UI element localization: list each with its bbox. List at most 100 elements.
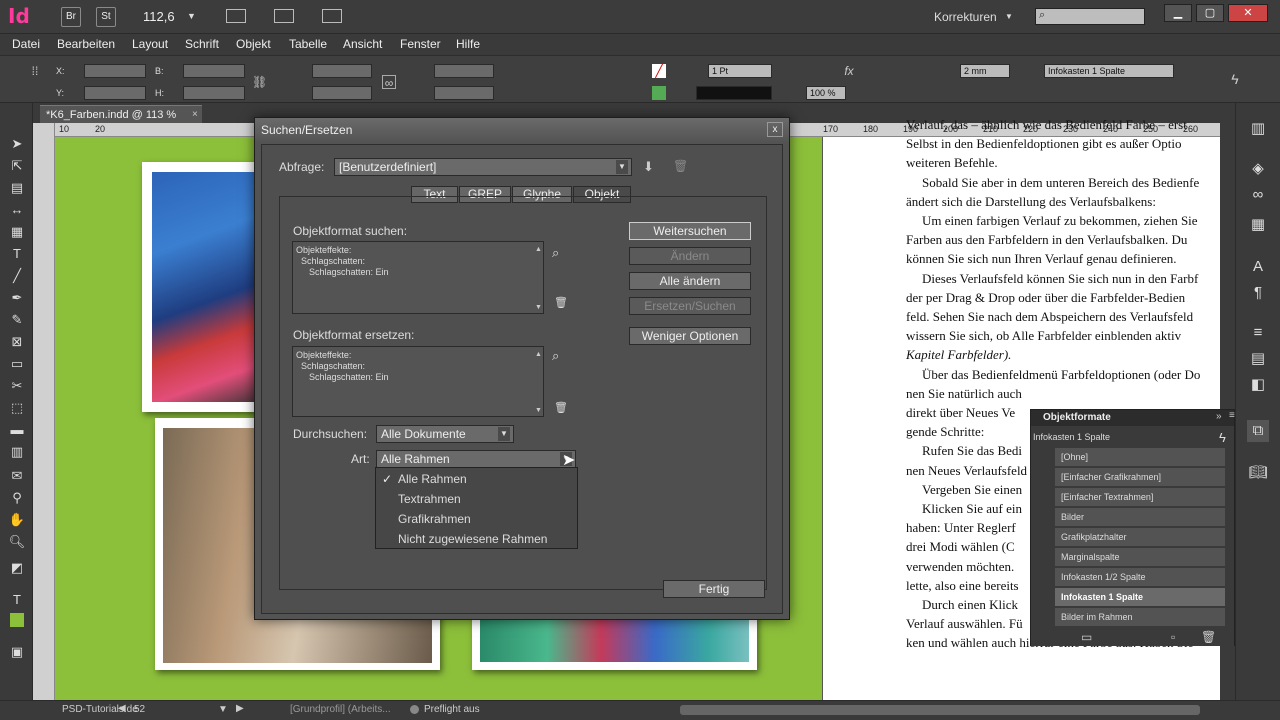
table-panel-icon[interactable]: ▦ [1247,214,1269,236]
object-style-item[interactable]: Bilder im Rahmen [1055,608,1225,627]
type-tool-icon[interactable]: T [8,245,26,263]
width-field[interactable] [183,64,245,78]
corner-size-field[interactable]: 2 mm [960,64,1010,78]
constrain-proportions-icon[interactable]: ⛓ [252,75,267,89]
view-options-icon[interactable] [226,9,246,23]
note-tool-icon[interactable]: ✉ [8,467,26,485]
minimize-button[interactable]: ▁ [1164,4,1192,22]
next-page-icon[interactable]: ▶ [236,703,244,714]
menu-bearbeiten[interactable]: Bearbeiten [57,37,115,51]
menu-ansicht[interactable]: Ansicht [343,37,382,51]
type-option-graphic-frames[interactable]: Grafikrahmen [376,509,577,529]
character-styles-icon[interactable]: A [1247,256,1269,278]
stroke-weight-field[interactable]: 1 Pt [708,64,772,78]
pen-tool-icon[interactable]: ✒ [8,289,26,307]
layers-panel-icon[interactable]: ◈ [1247,158,1269,180]
pages-panel-icon[interactable]: ▥ [1247,118,1269,140]
workspace-switcher[interactable]: Korrekturen [934,10,997,24]
prev-page-icon[interactable]: ◀ [118,703,126,714]
find-format-box[interactable]: Objekteffekte: Schlagschatten: Schlagsch… [292,241,544,314]
object-style-item[interactable]: Marginalspalte [1055,548,1225,567]
delete-query-icon[interactable]: 🗑︎ [673,159,688,173]
menu-layout[interactable]: Layout [132,37,168,51]
type-option-unassigned-frames[interactable]: Nicht zugewiesene Rahmen [376,529,577,549]
scroll-down-icon[interactable]: ▼ [535,405,542,416]
free-transform-tool-icon[interactable]: ⬚ [8,399,26,417]
search-input[interactable]: ⌕ [1035,8,1145,25]
save-query-icon[interactable]: ⬇ [643,159,654,175]
change-all-button[interactable]: Alle ändern [629,272,751,290]
fewer-options-button[interactable]: Weniger Optionen [629,327,751,345]
reference-point-icon[interactable]: ⁞⁞ [28,64,42,78]
gradient-feather-tool-icon[interactable]: ▥ [8,443,26,461]
type-option-all-frames[interactable]: ✓ Alle Rahmen [376,469,577,489]
change-button[interactable]: Ändern [629,247,751,265]
opacity-field[interactable]: 100 % [806,86,846,100]
arrange-documents-icon[interactable] [322,9,342,23]
scroll-up-icon[interactable]: ▲ [535,244,542,255]
stroke-panel-icon[interactable]: ≡ [1247,322,1269,344]
replace-format-box[interactable]: Objekteffekte: Schlagschatten: Schlagsch… [292,346,544,417]
links-panel-icon[interactable]: ∞ [1247,184,1269,206]
zoom-tool-icon[interactable]: 🔍︎ [8,533,26,551]
book-panel-icon[interactable]: 📖︎ [1247,462,1269,484]
trash-icon[interactable]: 🗑︎ [1201,630,1216,644]
horizontal-scrollbar[interactable] [680,705,1200,715]
object-style-item-selected[interactable]: Infokasten 1 Spalte [1055,588,1225,607]
object-style-select[interactable]: Infokasten 1 Spalte [1044,64,1174,78]
type-option-text-frames[interactable]: Textrahmen [376,489,577,509]
object-style-item[interactable]: [Ohne] [1055,448,1225,467]
object-styles-title[interactable]: Objektformate [1031,410,1234,426]
dialog-close-button[interactable]: x [767,122,783,137]
specify-replace-format-icon[interactable]: ⌕ [552,348,559,364]
link-scale-icon[interactable]: ∞ [382,75,396,90]
dialog-title[interactable]: Suchen/Ersetzen [255,118,789,142]
object-style-item[interactable]: Grafikplatzhalter [1055,528,1225,547]
type-select[interactable]: Alle Rahmen ▼ [376,450,576,468]
scroll-down-icon[interactable]: ▼ [535,302,542,313]
photo-frame-boat[interactable] [142,162,272,412]
panel-menu-icon[interactable]: ≡ [1229,410,1235,421]
object-styles-panel-icon[interactable]: ⧉ [1247,420,1269,442]
clear-replace-format-icon[interactable]: 🗑︎ [554,401,568,414]
close-tab-icon[interactable]: × [192,106,198,124]
find-next-button[interactable]: Weitersuchen [629,222,751,240]
zoom-dropdown-icon[interactable]: ▼ [187,11,196,21]
page-tool-icon[interactable]: ▤ [8,179,26,197]
scroll-up-icon[interactable]: ▲ [535,349,542,360]
specify-find-format-icon[interactable]: ⌕ [552,245,559,261]
menu-tabelle[interactable]: Tabelle [289,37,327,51]
page-number[interactable]: 52 [134,704,145,715]
search-scope-select[interactable]: Alle Dokumente ▼ [376,425,514,443]
object-style-item[interactable]: Infokasten 1/2 Spalte [1055,568,1225,587]
line-tool-icon[interactable]: ╱ [8,267,26,285]
clear-find-format-icon[interactable]: 🗑︎ [554,296,568,309]
scale-x-field[interactable] [312,64,372,78]
preflight-profile[interactable]: [Grundprofil] (Arbeits... [290,704,391,715]
direct-selection-tool-icon[interactable]: ⇱ [8,157,26,175]
menu-schrift[interactable]: Schrift [185,37,219,51]
scissors-tool-icon[interactable]: ✂ [8,377,26,395]
menu-hilfe[interactable]: Hilfe [456,37,480,51]
fill-stroke-swatch-icon[interactable]: ◩ [8,559,26,577]
selection-tool-icon[interactable]: ➤ [8,135,26,153]
workspace-dropdown-icon[interactable]: ▼ [1005,12,1013,21]
bridge-button[interactable]: Br [61,7,81,27]
lightning-icon[interactable]: ϟ [1228,72,1242,86]
screen-mode-icon[interactable] [274,9,294,23]
quick-apply-icon[interactable]: ϟ [1219,430,1226,445]
panel-collapse-icon[interactable]: » [1216,411,1222,422]
rectangle-tool-icon[interactable]: ▭ [8,355,26,373]
menu-datei[interactable]: Datei [12,37,40,51]
y-field[interactable] [84,86,146,100]
done-button[interactable]: Fertig [663,580,765,598]
color-panel-icon[interactable]: ◧ [1247,374,1269,396]
query-select[interactable]: [Benutzerdefiniert] ▼ [334,158,632,176]
height-field[interactable] [183,86,245,100]
formatting-affects-icon[interactable]: T [8,591,26,609]
x-field[interactable] [84,64,146,78]
stock-button[interactable]: St [96,7,116,27]
object-style-item[interactable]: Bilder [1055,508,1225,527]
hand-tool-icon[interactable]: ✋ [8,511,26,529]
zoom-level[interactable]: 112,6 [143,9,175,24]
